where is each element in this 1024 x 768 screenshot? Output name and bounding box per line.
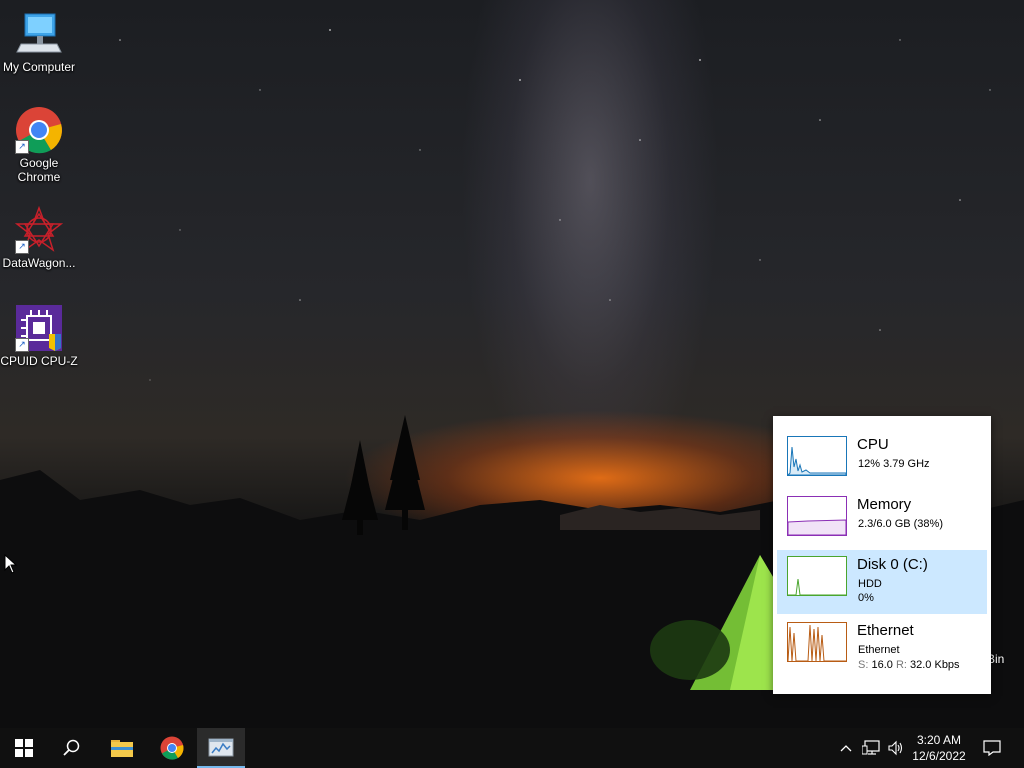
chevron-up-icon bbox=[840, 745, 852, 752]
desktop-icon-my-computer[interactable]: My Computer bbox=[0, 10, 78, 74]
perf-item-title: Disk 0 (C:) bbox=[857, 556, 928, 573]
desktop-icon-cpuid-cpu-z[interactable]: ↗ CPUID CPU-Z bbox=[0, 304, 78, 368]
show-hidden-icons-button[interactable] bbox=[834, 728, 858, 768]
perf-item-detail: Ethernet bbox=[858, 644, 900, 656]
perf-item-detail: HDD bbox=[858, 578, 882, 590]
network-button[interactable] bbox=[858, 728, 884, 768]
desktop-icon-label-line1: Google bbox=[19, 156, 59, 170]
perf-item-title: CPU bbox=[857, 436, 889, 453]
shortcut-arrow-icon: ↗ bbox=[15, 240, 29, 254]
desktop-icon-label-line2: Chrome bbox=[17, 170, 61, 184]
chrome-icon bbox=[160, 736, 184, 760]
action-center-button[interactable] bbox=[970, 728, 1014, 768]
volume-icon bbox=[888, 740, 903, 756]
memory-graph bbox=[787, 496, 847, 536]
notification-icon bbox=[983, 740, 1001, 756]
perf-item-memory[interactable]: Memory 2.3/6.0 GB (38%) bbox=[777, 490, 987, 554]
send-label: S: bbox=[858, 659, 869, 671]
windows-start-icon bbox=[15, 739, 33, 757]
chrome-icon: ↗ bbox=[15, 106, 63, 154]
desktop-icon-label: CPUID CPU-Z bbox=[0, 354, 78, 368]
receive-value: 32.0 Kbps bbox=[910, 659, 960, 671]
cpu-graph bbox=[786, 436, 847, 476]
performance-summary-panel: CPU 12% 3.79 GHz Memory 2.3/6.0 GB (38%)… bbox=[773, 416, 991, 694]
search-icon bbox=[63, 739, 80, 756]
file-explorer-button[interactable] bbox=[98, 728, 146, 768]
task-manager-icon bbox=[208, 738, 234, 757]
chrome-taskbar-button[interactable] bbox=[148, 728, 196, 768]
receive-label: R: bbox=[895, 659, 907, 671]
perf-item-ethernet[interactable]: Ethernet Ethernet S: 16.0 R: 32.0 Kbps bbox=[777, 616, 987, 680]
start-button[interactable] bbox=[0, 728, 48, 768]
desktop-icon-datawagon[interactable]: ↗ DataWagon... bbox=[0, 205, 78, 270]
clock[interactable]: 3:20 AM 12/6/2022 bbox=[912, 732, 966, 764]
clock-time: 3:20 AM bbox=[916, 733, 962, 747]
datawagon-icon: ↗ bbox=[14, 205, 64, 254]
perf-item-disk[interactable]: Disk 0 (C:) HDD 0% bbox=[777, 550, 987, 614]
perf-item-throughput: S: 16.0 R: 32.0 Kbps bbox=[858, 659, 960, 671]
perf-item-title: Ethernet bbox=[857, 622, 914, 639]
send-value: 16.0 bbox=[871, 659, 893, 671]
desktop-icon-google-chrome[interactable]: ↗ Google Chrome bbox=[0, 106, 78, 184]
search-button[interactable] bbox=[48, 728, 96, 768]
ethernet-graph bbox=[787, 622, 847, 662]
mouse-cursor-icon bbox=[4, 553, 18, 579]
taskbar: 3:20 AM 12/6/2022 bbox=[0, 728, 1024, 768]
perf-item-title: Memory bbox=[857, 496, 912, 513]
perf-item-detail-2: 0% bbox=[858, 592, 874, 604]
shortcut-arrow-icon: ↗ bbox=[15, 140, 29, 154]
clock-date: 12/6/2022 bbox=[912, 749, 966, 763]
perf-item-detail: 12% 3.79 GHz bbox=[858, 458, 930, 470]
perf-item-cpu[interactable]: CPU 12% 3.79 GHz bbox=[777, 430, 987, 494]
volume-button[interactable] bbox=[884, 728, 908, 768]
desktop-icon-label: DataWagon... bbox=[2, 256, 76, 270]
shortcut-arrow-icon: ↗ bbox=[15, 338, 29, 352]
desktop-icon-label: My Computer bbox=[2, 60, 76, 74]
task-manager-taskbar-button[interactable] bbox=[197, 728, 245, 768]
computer-icon bbox=[15, 10, 63, 58]
network-icon bbox=[862, 740, 880, 755]
disk-graph bbox=[787, 556, 847, 596]
perf-item-detail: 2.3/6.0 GB (38%) bbox=[858, 518, 943, 530]
cpuz-icon: ↗ bbox=[15, 304, 63, 352]
file-explorer-icon bbox=[111, 740, 133, 757]
